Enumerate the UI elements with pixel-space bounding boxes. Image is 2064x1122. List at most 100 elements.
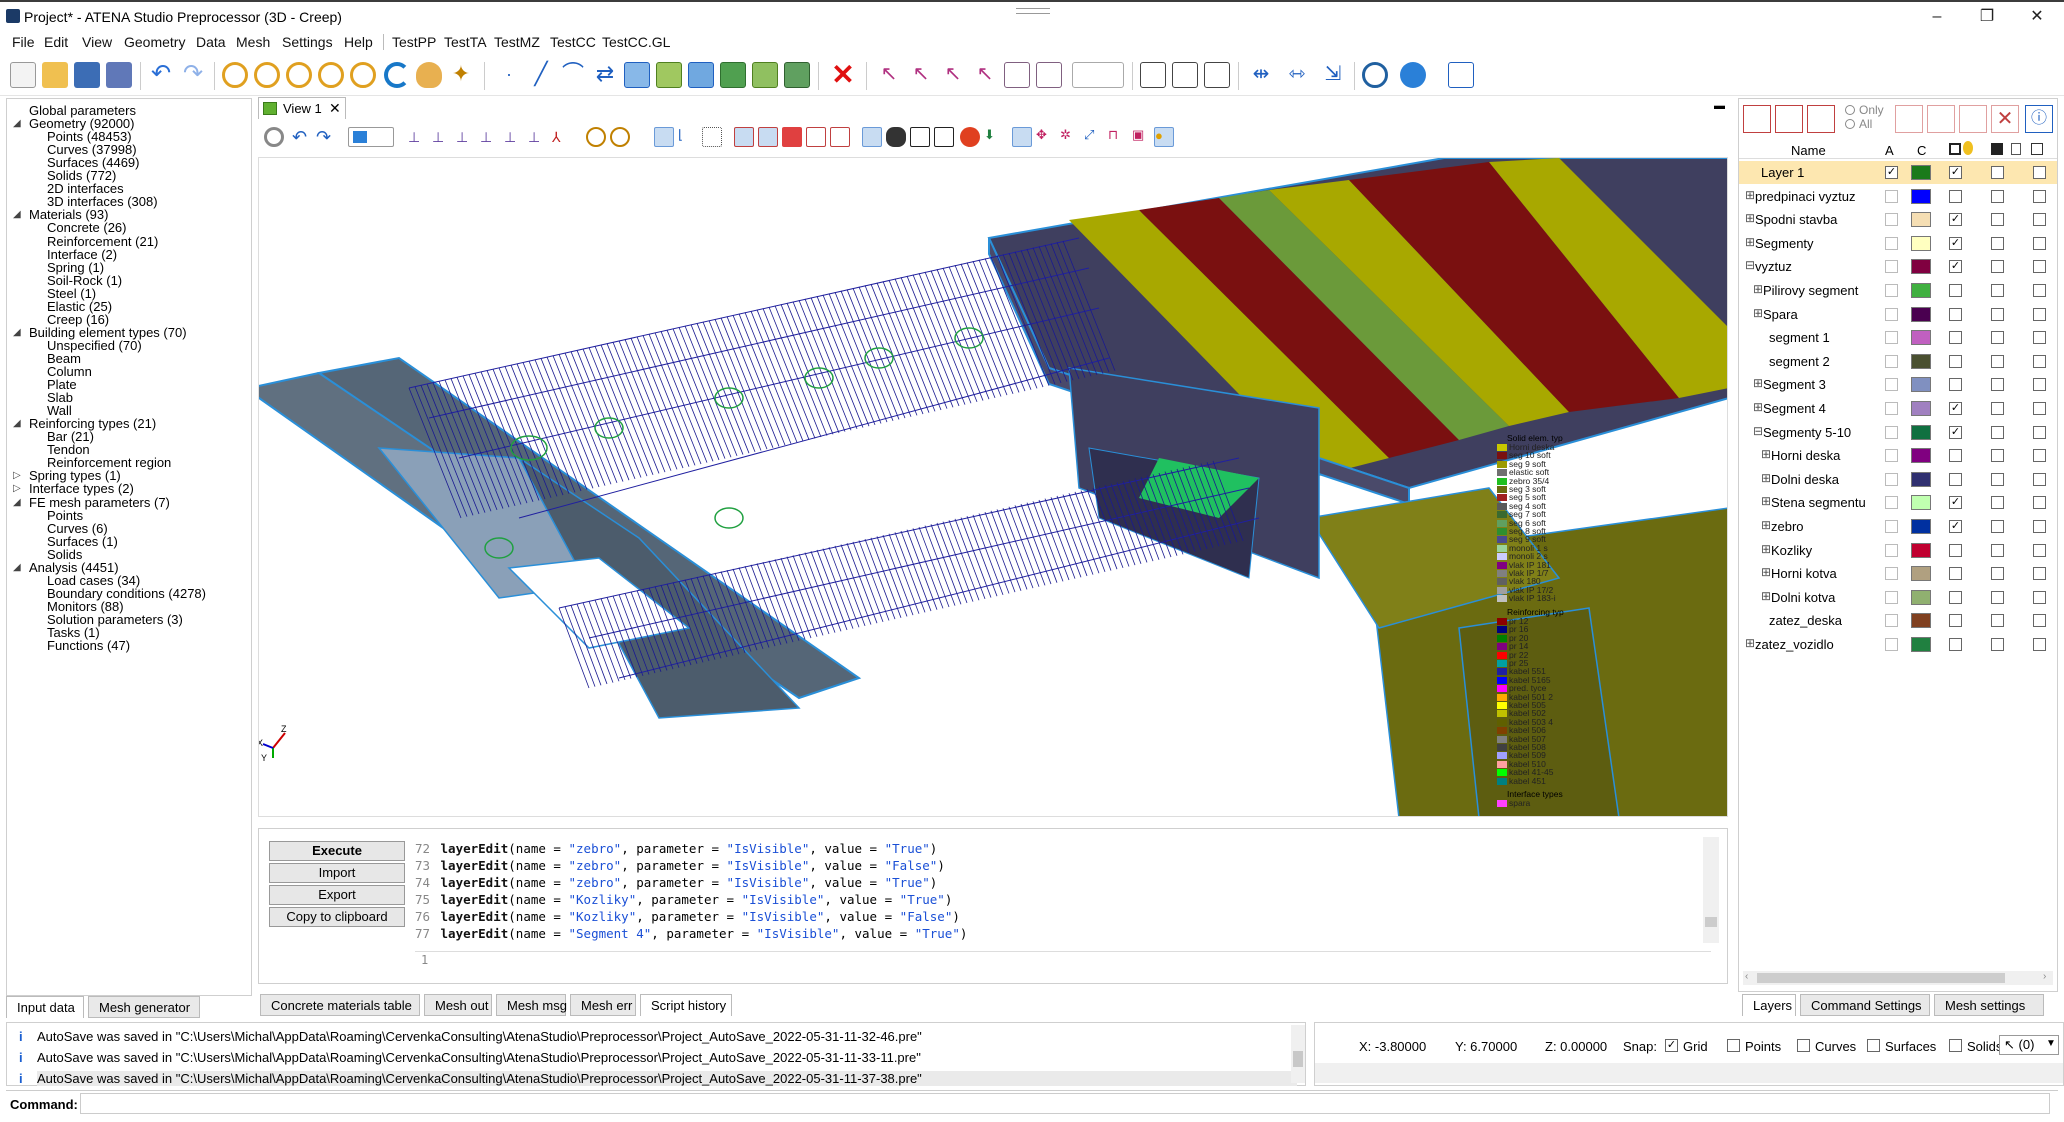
script-scrollbar[interactable] xyxy=(1703,837,1719,943)
layer-row[interactable]: ⊞ Horni deska xyxy=(1739,444,2057,467)
function-icon[interactable]: ⊓ xyxy=(1108,127,1128,147)
scrollbar-thumb[interactable] xyxy=(1705,917,1717,927)
layer-row[interactable]: ⊞ Stena segmentu ✓ xyxy=(1739,491,2057,514)
layer-color-swatch[interactable] xyxy=(1911,471,1931,487)
mesh-settings-icon[interactable] xyxy=(1400,62,1426,88)
layer-row[interactable]: segment 1 xyxy=(1739,326,2057,349)
layer-visible-checkbox[interactable] xyxy=(1949,378,1962,392)
layer-solid-checkbox[interactable] xyxy=(1991,520,2004,533)
layer-visible-checkbox[interactable] xyxy=(1949,543,1962,557)
layer-color-swatch[interactable] xyxy=(1911,165,1931,180)
info-icon[interactable]: ⓘ xyxy=(2025,105,2053,133)
tree-toggle-icon[interactable]: ▷ xyxy=(13,470,21,481)
expand-icon[interactable]: ⊞ xyxy=(1745,188,1755,202)
layer-visible-checkbox[interactable]: ✓ xyxy=(1949,166,1962,179)
tree-toggle-icon[interactable]: ◢ xyxy=(13,418,21,429)
monitor-icon[interactable] xyxy=(1012,127,1032,147)
zoom-selection-icon[interactable] xyxy=(350,62,376,88)
expand-icon[interactable]: ⊞ xyxy=(1753,400,1763,414)
surface-icon[interactable] xyxy=(624,62,650,88)
expand-icon[interactable]: ⊞ xyxy=(1761,447,1771,461)
minimize-button[interactable]: – xyxy=(1914,4,1960,30)
layer-active-checkbox[interactable] xyxy=(1885,284,1898,297)
layer-color-swatch[interactable] xyxy=(1911,306,1931,322)
select-surfaces-icon[interactable]: ↖ xyxy=(940,62,966,88)
show-surfaces-icon[interactable] xyxy=(782,127,802,147)
scroll-left-icon[interactable]: ‹ xyxy=(1745,971,1748,982)
add-layer-icon[interactable] xyxy=(1743,105,1771,133)
delete-layer-icon[interactable]: ✕ xyxy=(1991,105,2019,133)
point-icon[interactable]: · xyxy=(496,62,522,88)
tab-mesh-msg[interactable]: Mesh msg xyxy=(496,994,567,1016)
move-icon[interactable] xyxy=(1172,62,1198,88)
layer-row[interactable]: ⊞ zatez_vozidlo xyxy=(1739,633,2057,656)
layer-solid-checkbox[interactable] xyxy=(1991,213,2004,227)
scrollbar-thumb[interactable] xyxy=(1293,1051,1303,1067)
split-layer-icon[interactable] xyxy=(1959,105,1987,133)
tree-toggle-icon[interactable]: ◢ xyxy=(13,118,21,129)
split-icon[interactable] xyxy=(1204,62,1230,88)
layer-active-checkbox[interactable] xyxy=(1885,425,1898,439)
layer-row[interactable]: ⊞ Dolni deska xyxy=(1739,468,2057,491)
layer-color-swatch[interactable] xyxy=(1911,283,1931,298)
tree-item[interactable]: Functions (47) xyxy=(47,638,130,653)
layer-solid-checkbox[interactable] xyxy=(1991,638,2004,651)
layer-active-checkbox[interactable] xyxy=(1885,614,1898,628)
tree-toggle-icon[interactable]: ◢ xyxy=(13,209,21,220)
tab-concrete-materials-table[interactable]: Concrete materials table xyxy=(260,994,420,1016)
layer-color-swatch[interactable] xyxy=(1911,235,1931,251)
layer-visible-checkbox[interactable] xyxy=(1949,189,1962,203)
tree-toggle-icon[interactable]: ◢ xyxy=(13,497,21,508)
layer-solid-checkbox[interactable] xyxy=(1991,189,2004,203)
view-menu-chevron-icon[interactable]: ▬ xyxy=(1714,100,1725,112)
layer-row[interactable]: Layer 1 ✓ ✓ xyxy=(1739,161,2057,184)
perspective-icon[interactable]: ⌊ xyxy=(678,127,698,147)
layer-print-checkbox[interactable] xyxy=(2033,331,2046,345)
layer-active-checkbox[interactable] xyxy=(1885,638,1898,651)
layer-print-checkbox[interactable] xyxy=(2033,567,2046,581)
arc-icon[interactable]: ⌒ xyxy=(560,62,586,88)
expand-icon[interactable]: ⊞ xyxy=(1753,282,1763,296)
layer-print-checkbox[interactable] xyxy=(2033,449,2046,463)
menu-data[interactable]: Data xyxy=(196,34,226,50)
remove-layer-icon[interactable] xyxy=(1775,105,1803,133)
layer-row[interactable]: ⊞ Pilirovy segment xyxy=(1739,279,2057,302)
layer-row[interactable]: ⊞ Horni kotva xyxy=(1739,562,2057,585)
menu-file[interactable]: File xyxy=(12,34,35,50)
layer-solid-checkbox[interactable] xyxy=(1991,331,2004,345)
layer-active-checkbox[interactable] xyxy=(1885,189,1898,203)
axis-z-plus-icon[interactable]: ⊥ xyxy=(504,127,524,147)
mirror-icon[interactable] xyxy=(784,62,810,88)
frame-icon[interactable]: ▣ xyxy=(1132,127,1152,147)
menu-testmz[interactable]: TestMZ xyxy=(494,34,540,50)
show-axes-icon[interactable] xyxy=(654,127,674,147)
menu-help[interactable]: Help xyxy=(344,34,373,50)
all-radio[interactable] xyxy=(1845,119,1855,129)
tree-toggle-icon[interactable]: ◢ xyxy=(13,327,21,338)
layer-properties-icon[interactable] xyxy=(1807,105,1835,133)
zoom-in-icon[interactable] xyxy=(222,62,248,88)
pan-icon[interactable] xyxy=(416,62,442,88)
close-button[interactable]: ✕ xyxy=(2014,4,2060,30)
layer-color-swatch[interactable] xyxy=(1911,353,1931,369)
zoom-window-icon[interactable] xyxy=(286,62,312,88)
layer-color-swatch[interactable] xyxy=(1911,212,1931,228)
layer-row[interactable]: ⊞ Segment 4 ✓ xyxy=(1739,397,2057,420)
undo-icon[interactable]: ↶ xyxy=(148,62,174,88)
expand-icon[interactable]: ⊞ xyxy=(1753,376,1763,390)
layer-solid-checkbox[interactable] xyxy=(1991,472,2004,486)
layer-visible-checkbox[interactable]: ✓ xyxy=(1949,260,1962,274)
layer-visible-checkbox[interactable] xyxy=(1949,590,1962,604)
layer-active-checkbox[interactable] xyxy=(1885,236,1898,250)
layer-color-swatch[interactable] xyxy=(1911,401,1931,416)
layer-visible-checkbox[interactable] xyxy=(1949,307,1962,321)
layer-visible-checkbox[interactable] xyxy=(1949,284,1962,297)
log-scrollbar[interactable] xyxy=(1291,1025,1305,1083)
layer-color-swatch[interactable] xyxy=(1911,589,1931,605)
merge-layers-icon[interactable] xyxy=(1927,105,1955,133)
gear-red-icon[interactable]: ✲ xyxy=(1060,127,1080,147)
layer-active-checkbox[interactable] xyxy=(1885,543,1898,557)
layer-print-checkbox[interactable] xyxy=(2033,590,2046,604)
layer-solid-checkbox[interactable] xyxy=(1991,236,2004,250)
axis-z-minus-icon[interactable]: ⊥ xyxy=(528,127,548,147)
